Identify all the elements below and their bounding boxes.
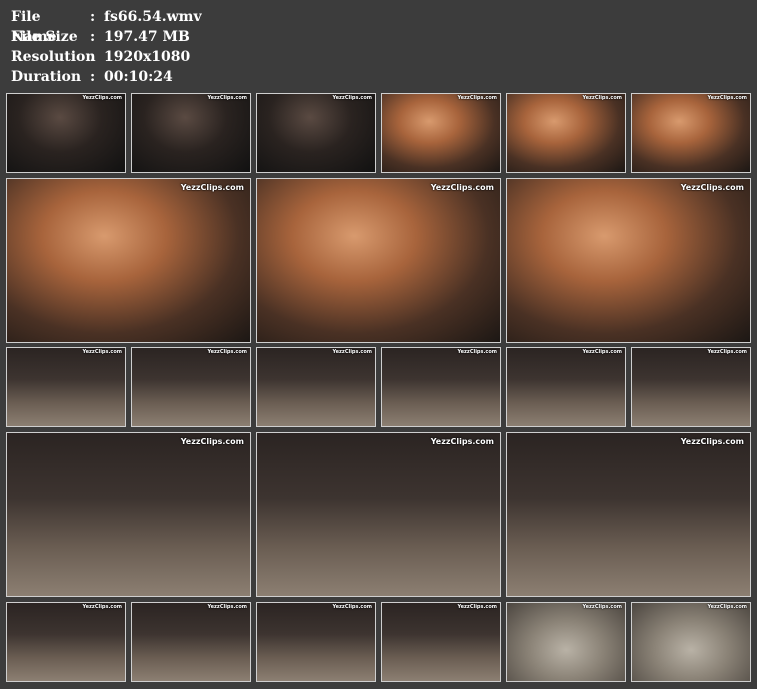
video-thumbnail[interactable]: YezzClips.com [131, 347, 251, 427]
separator: : [90, 9, 96, 25]
thumbnail-image [7, 603, 125, 681]
file-name-label: File Name [11, 9, 57, 45]
video-thumbnail[interactable]: YezzClips.com [6, 347, 126, 427]
separator: : [90, 29, 96, 45]
watermark-text: YezzClips.com [457, 349, 497, 355]
video-thumbnail[interactable]: YezzClips.com [381, 347, 501, 427]
thumbnail-image [257, 179, 500, 342]
watermark-text: YezzClips.com [332, 95, 372, 101]
video-thumbnail[interactable]: YezzClips.com [6, 178, 251, 343]
watermark-text: YezzClips.com [680, 437, 744, 446]
watermark-text: YezzClips.com [332, 604, 372, 610]
thumbnail-image [507, 94, 625, 172]
file-name-row: File Name : fs66.54.wmv [11, 7, 202, 45]
video-thumbnail[interactable]: YezzClips.com [131, 93, 251, 173]
thumbnail-image [507, 603, 625, 681]
watermark-text: YezzClips.com [207, 349, 247, 355]
thumbnail-image [382, 348, 500, 426]
video-thumbnail[interactable]: YezzClips.com [256, 93, 376, 173]
thumbnail-image [257, 348, 375, 426]
watermark-text: YezzClips.com [82, 349, 122, 355]
watermark-text: YezzClips.com [82, 95, 122, 101]
video-thumbnail[interactable]: YezzClips.com [631, 347, 751, 427]
watermark-text: YezzClips.com [582, 604, 622, 610]
video-thumbnail[interactable]: YezzClips.com [256, 347, 376, 427]
watermark-text: YezzClips.com [680, 183, 744, 192]
thumbnail-image [257, 603, 375, 681]
video-thumbnail[interactable]: YezzClips.com [631, 602, 751, 682]
thumbnail-image [632, 94, 750, 172]
watermark-text: YezzClips.com [707, 349, 747, 355]
watermark-text: YezzClips.com [180, 437, 244, 446]
watermark-text: YezzClips.com [207, 604, 247, 610]
video-thumbnail[interactable]: YezzClips.com [506, 432, 751, 597]
watermark-text: YezzClips.com [582, 349, 622, 355]
file-size-row: File Size : 197.47 MB [11, 27, 202, 47]
thumbnail-image [7, 433, 250, 596]
watermark-text: YezzClips.com [457, 604, 497, 610]
video-thumbnail[interactable]: YezzClips.com [381, 93, 501, 173]
thumbnail-image [7, 179, 250, 342]
video-thumbnail[interactable]: YezzClips.com [131, 602, 251, 682]
thumbnail-image [507, 179, 750, 342]
separator: : [90, 69, 96, 85]
thumbnail-image [632, 348, 750, 426]
video-thumbnail[interactable]: YezzClips.com [6, 602, 126, 682]
file-info-panel: File Name : fs66.54.wmv File Size : 197.… [11, 7, 202, 87]
video-thumbnail[interactable]: YezzClips.com [506, 93, 626, 173]
video-thumbnail[interactable]: YezzClips.com [256, 178, 501, 343]
duration-row: Duration : 00:10:24 [11, 67, 202, 87]
resolution-row: Resolution : 1920x1080 [11, 47, 202, 67]
video-thumbnail[interactable]: YezzClips.com [506, 602, 626, 682]
thumbnail-image [382, 603, 500, 681]
duration-label: Duration [11, 69, 82, 85]
video-thumbnail[interactable]: YezzClips.com [256, 432, 501, 597]
thumbnail-image [7, 348, 125, 426]
thumbnail-image [132, 348, 250, 426]
file-size-label: File Size [11, 29, 78, 45]
video-thumbnail[interactable]: YezzClips.com [381, 602, 501, 682]
watermark-text: YezzClips.com [707, 95, 747, 101]
watermark-text: YezzClips.com [457, 95, 497, 101]
watermark-text: YezzClips.com [82, 604, 122, 610]
video-thumbnail[interactable]: YezzClips.com [6, 432, 251, 597]
thumbnail-image [132, 94, 250, 172]
watermark-text: YezzClips.com [180, 183, 244, 192]
thumbnail-image [257, 433, 500, 596]
video-thumbnail[interactable]: YezzClips.com [506, 178, 751, 343]
duration-value: 00:10:24 [104, 69, 173, 85]
file-name-value: fs66.54.wmv [104, 9, 202, 25]
video-thumbnail[interactable]: YezzClips.com [631, 93, 751, 173]
watermark-text: YezzClips.com [707, 604, 747, 610]
watermark-text: YezzClips.com [207, 95, 247, 101]
file-size-value: 197.47 MB [104, 29, 190, 45]
thumbnail-image [257, 94, 375, 172]
video-thumbnail[interactable]: YezzClips.com [506, 347, 626, 427]
resolution-value: 1920x1080 [104, 49, 191, 65]
watermark-text: YezzClips.com [582, 95, 622, 101]
thumbnail-image [507, 433, 750, 596]
thumbnail-image [507, 348, 625, 426]
video-thumbnail[interactable]: YezzClips.com [6, 93, 126, 173]
watermark-text: YezzClips.com [332, 349, 372, 355]
thumbnail-image [132, 603, 250, 681]
watermark-text: YezzClips.com [430, 437, 494, 446]
watermark-text: YezzClips.com [430, 183, 494, 192]
separator: : [90, 49, 96, 65]
thumbnail-image [7, 94, 125, 172]
resolution-label: Resolution [11, 49, 96, 65]
thumbnail-image [632, 603, 750, 681]
video-thumbnail[interactable]: YezzClips.com [256, 602, 376, 682]
thumbnail-image [382, 94, 500, 172]
